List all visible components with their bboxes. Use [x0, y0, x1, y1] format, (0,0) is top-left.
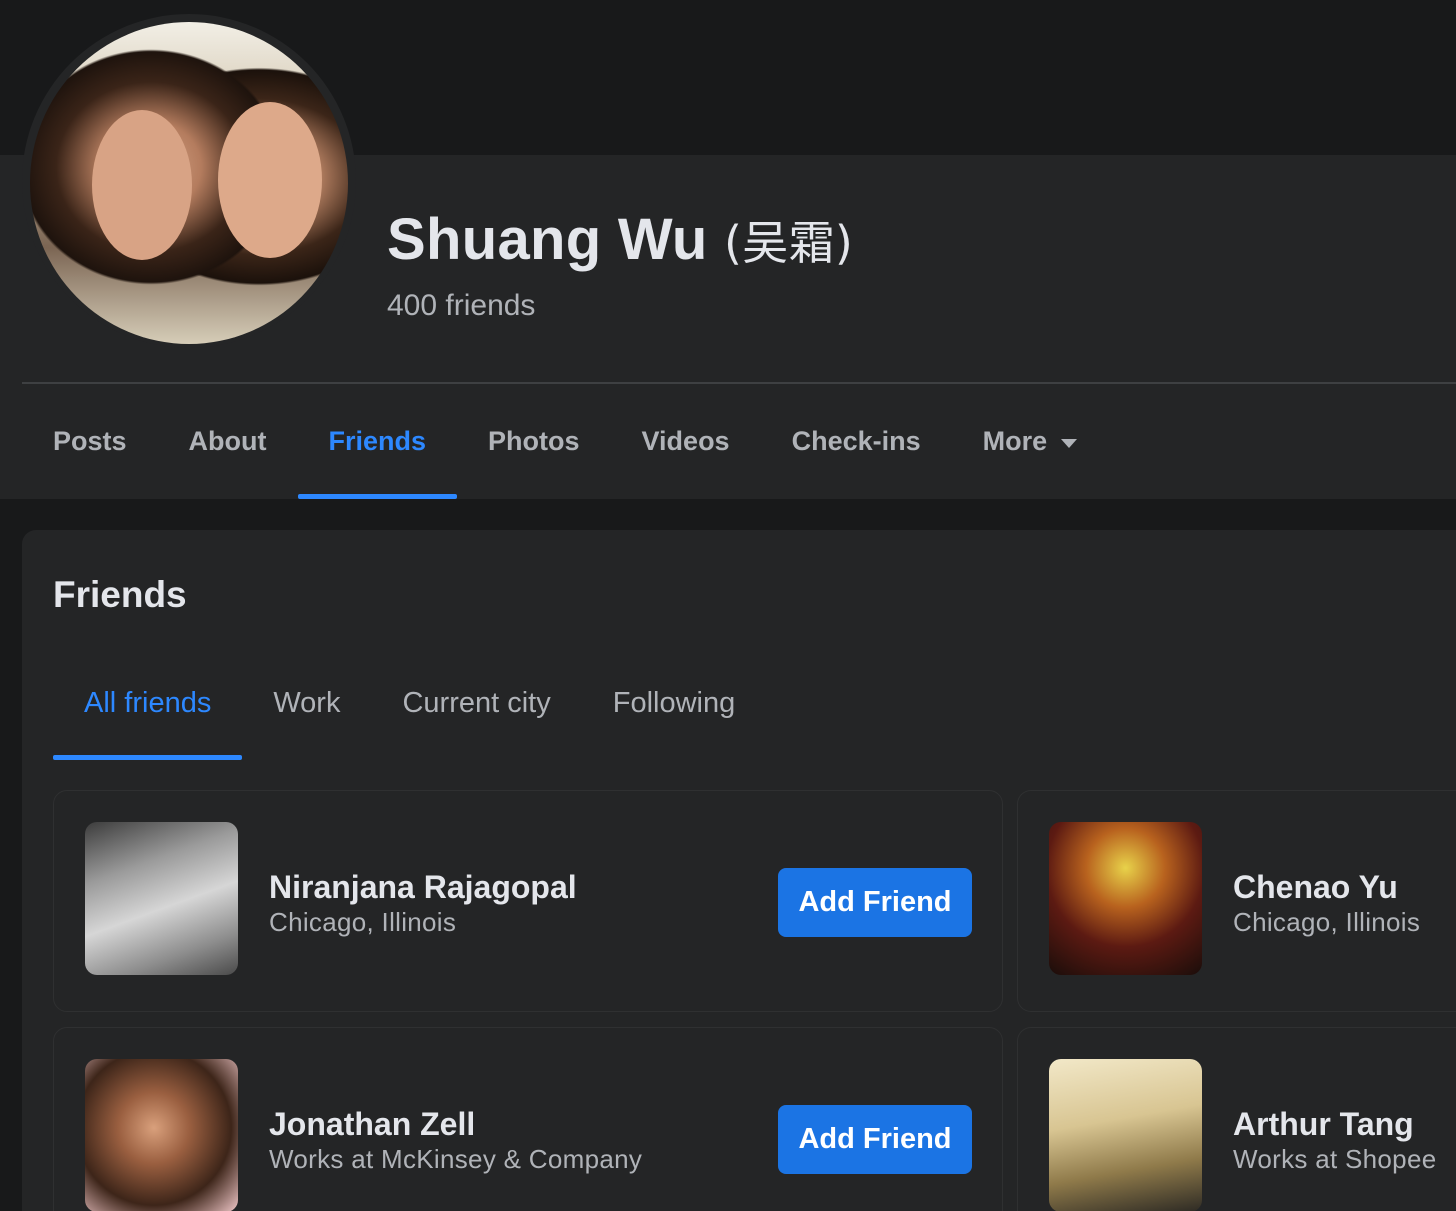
friend-name[interactable]: Jonathan Zell: [269, 1106, 475, 1143]
subtab-current-city-label: Current city: [402, 686, 551, 719]
tab-friends-label: Friends: [328, 426, 427, 456]
profile-name-text: Shuang Wu: [387, 207, 708, 272]
subtab-work-label: Work: [273, 686, 341, 719]
friend-detail: Chicago, Illinois: [1233, 907, 1421, 937]
friend-photo[interactable]: [85, 822, 238, 975]
profile-name-alt: (吴霜): [724, 216, 854, 270]
caret-down-icon: [1061, 439, 1078, 448]
tab-check-ins-label: Check-ins: [791, 426, 921, 456]
tab-posts[interactable]: Posts: [22, 384, 158, 499]
tab-more[interactable]: More: [952, 384, 1109, 499]
friend-card: Niranjana Rajagopal Chicago, Illinois Ad…: [53, 790, 1003, 1012]
friend-name[interactable]: Niranjana Rajagopal: [269, 869, 577, 906]
add-friend-button[interactable]: Add Friend: [778, 868, 972, 937]
tab-posts-label: Posts: [53, 426, 127, 456]
tab-about-label: About: [188, 426, 267, 456]
tab-photos[interactable]: Photos: [457, 384, 611, 499]
friends-subtabs: All friends Work Current city Following: [53, 656, 766, 760]
profile-name-block: Shuang Wu (吴霜) 400 friends: [387, 205, 853, 324]
tab-videos[interactable]: Videos: [611, 384, 761, 499]
friend-detail: Chicago, Illinois: [269, 907, 457, 937]
subtab-all-friends[interactable]: All friends: [53, 656, 243, 760]
friend-card: Chenao Yu Chicago, Illinois: [1017, 790, 1456, 1012]
friend-name[interactable]: Arthur Tang: [1233, 1106, 1414, 1143]
friend-photo[interactable]: [1049, 1059, 1202, 1211]
subtab-all-friends-label: All friends: [84, 686, 212, 719]
add-friend-button[interactable]: Add Friend: [778, 1105, 972, 1174]
face-left: [92, 110, 192, 260]
friends-card: Friends All friends Work Current city Fo…: [22, 530, 1456, 1211]
tab-friends[interactable]: Friends: [297, 384, 458, 499]
friend-card: Arthur Tang Works at Shopee: [1017, 1027, 1456, 1211]
subtab-current-city[interactable]: Current city: [371, 656, 581, 750]
tab-videos-label: Videos: [641, 426, 730, 456]
friend-photo[interactable]: [1049, 822, 1202, 975]
profile-tabs: Posts About Friends Photos Videos Check-…: [22, 384, 1108, 499]
profile-name: Shuang Wu (吴霜): [387, 205, 853, 278]
tab-photos-label: Photos: [488, 426, 580, 456]
friend-detail: Works at Shopee: [1233, 1144, 1437, 1174]
friend-name[interactable]: Chenao Yu: [1233, 869, 1398, 906]
subtab-work[interactable]: Work: [242, 656, 371, 750]
friend-count-link[interactable]: 400 friends: [387, 288, 853, 324]
friend-detail: Works at McKinsey & Company: [269, 1144, 643, 1174]
tab-more-label: More: [982, 426, 1048, 456]
friend-card: Jonathan Zell Works at McKinsey & Compan…: [53, 1027, 1003, 1211]
friend-photo[interactable]: [85, 1059, 238, 1211]
face-right: [218, 102, 322, 258]
tab-check-ins[interactable]: Check-ins: [761, 384, 952, 499]
tab-about[interactable]: About: [158, 384, 298, 499]
subtab-following-label: Following: [612, 686, 736, 719]
profile-avatar[interactable]: [30, 22, 348, 344]
friends-section-title: Friends: [53, 574, 187, 615]
subtab-following[interactable]: Following: [582, 656, 767, 750]
